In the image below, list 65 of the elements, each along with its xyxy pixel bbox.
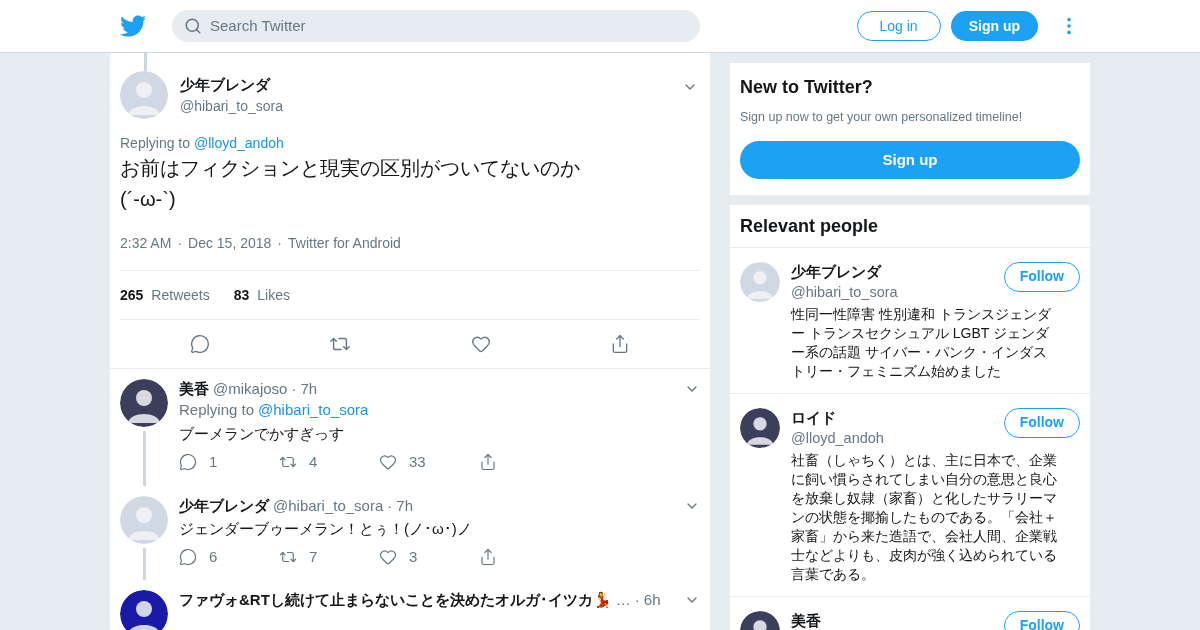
likes-label[interactable]: Likes <box>257 284 290 306</box>
signup-button[interactable]: Sign up <box>950 11 1038 41</box>
emoticon-text: (´-ω-`) <box>120 187 177 212</box>
avatar <box>120 379 168 427</box>
action-count: 3 <box>409 546 418 567</box>
action-count: 4 <box>309 452 318 472</box>
person-name[interactable]: ロイド <box>791 407 1004 428</box>
reply-author-name[interactable]: 美香 <box>179 379 209 399</box>
tweet-date[interactable]: Dec 15, 2018 <box>188 233 272 254</box>
separator-dot: · <box>634 590 640 610</box>
reply-time[interactable]: 7h <box>300 379 318 399</box>
reply-icon[interactable] <box>189 334 210 354</box>
search-field[interactable]: Search Twitter <box>172 10 700 42</box>
separator-dot: · <box>291 379 297 399</box>
reply-time[interactable]: 7h <box>396 495 413 516</box>
reply-author-handle[interactable]: @mikajoso <box>213 379 288 399</box>
person-handle[interactable]: @lloyd_andoh <box>791 427 1004 448</box>
reply-text: ブーメランでかすぎっす <box>179 424 345 444</box>
author-handle[interactable]: @hibari_to_sora <box>180 96 283 116</box>
avatar <box>740 407 780 448</box>
replying-label: Replying to <box>179 400 255 420</box>
person-bio: 性同一性障害 性別違和 トランスジェンダー トランスセクシュアル LGBT ジェンダー系の話題 サイバー・パンク・インダストリー・フェミニズム始めました <box>791 304 1052 381</box>
person-handle[interactable]: @hibari_to_sora <box>791 281 1004 302</box>
share-icon[interactable] <box>479 453 497 472</box>
search-input[interactable]: Search Twitter <box>210 14 688 38</box>
tweet-time[interactable]: 2:32 AM <box>120 233 172 254</box>
signup-button[interactable]: Sign up <box>740 140 1080 179</box>
search-icon <box>184 17 202 35</box>
card-title: Relevant people <box>730 204 1090 248</box>
action-count: 33 <box>409 452 426 472</box>
reply-author-handle[interactable]: @hibari_to_sora <box>273 495 384 516</box>
avatar <box>120 495 168 544</box>
bird-logo-icon[interactable] <box>120 13 146 39</box>
person-name[interactable]: 美香 <box>791 610 1004 630</box>
separator-dot: · <box>387 495 393 516</box>
reply-text: ジェンダーブゥーメラン！とぅ！(ノ･ω･)ノ <box>179 518 473 539</box>
card-title: New to Twitter? <box>740 76 874 99</box>
like-icon[interactable] <box>379 547 397 566</box>
retweets-label[interactable]: Retweets <box>151 284 210 306</box>
reply-author-name[interactable]: 少年ブレンダ <box>179 495 269 516</box>
action-count: 7 <box>309 546 318 567</box>
separator-dot: · <box>277 234 282 253</box>
avatar <box>740 261 780 302</box>
reply-target-link[interactable]: @lloyd_andoh <box>194 133 284 153</box>
separator-dot: · <box>177 234 183 253</box>
action-count: 6 <box>209 546 218 567</box>
card-subtitle: Sign up now to get your own personalized timeline! <box>740 109 1024 126</box>
tweet-text: お前はフィクションと現実の区別がついてないのか <box>120 156 581 181</box>
retweet-count: 265 <box>120 285 144 305</box>
reply-author-handle[interactable]: … <box>615 590 631 610</box>
like-icon[interactable] <box>470 334 491 354</box>
like-count: 83 <box>233 285 250 305</box>
reply-icon[interactable] <box>179 453 197 472</box>
person-bio: 社畜（しゃちく）とは、主に日本で、企業に飼い慣らされてしまい自分の意思と良心を放棄し奴隷（家畜）と化したサラリーマンの状態を揶揄したものである。「会社＋家畜」から来た造語で、会社人間、企業戦士などよりも、皮肉が強く込められている言葉である。 <box>791 450 1057 584</box>
reply-author-name[interactable]: ファヴォ&RTし続けて止まらないことを決めたオルガ･イツカ💃 <box>179 590 612 610</box>
action-count: 1 <box>209 452 218 472</box>
tweet-source: Twitter for Android <box>288 234 401 253</box>
like-icon[interactable] <box>379 453 397 472</box>
person-name[interactable]: 少年ブレンダ <box>791 261 1004 282</box>
reply-time[interactable]: 6h <box>643 590 661 610</box>
reply-target-link[interactable]: @hibari_to_sora <box>258 399 369 421</box>
replying-label: Replying to <box>120 134 191 153</box>
reply-icon[interactable] <box>179 547 197 566</box>
share-icon[interactable] <box>479 547 497 566</box>
author-name[interactable]: 少年ブレンダ <box>180 74 283 96</box>
